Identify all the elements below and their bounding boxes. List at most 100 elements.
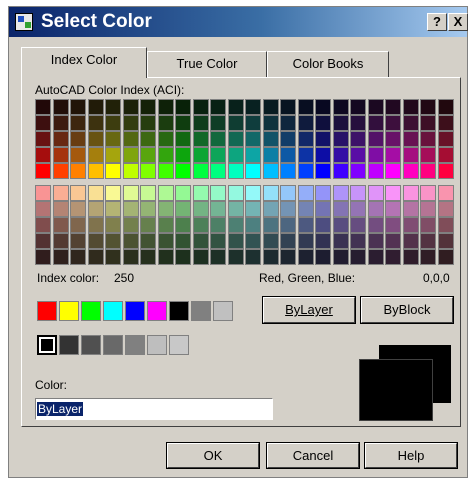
aci-swatch[interactable] xyxy=(175,185,191,201)
aci-swatch[interactable] xyxy=(122,131,139,147)
aci-swatch[interactable] xyxy=(175,99,191,115)
aci-swatch[interactable] xyxy=(140,201,156,217)
aci-swatch[interactable] xyxy=(192,185,209,201)
aci-swatch[interactable] xyxy=(227,249,244,265)
aci-swatch[interactable] xyxy=(402,131,419,147)
aci-swatch[interactable] xyxy=(35,201,51,217)
aci-swatch[interactable] xyxy=(402,99,419,115)
gray-color-swatch[interactable] xyxy=(125,335,145,355)
aci-swatch[interactable] xyxy=(385,217,401,233)
aci-swatch[interactable] xyxy=(210,249,226,265)
aci-swatch[interactable] xyxy=(210,115,226,131)
color-field[interactable]: ByLayer xyxy=(35,398,273,420)
aci-swatch[interactable] xyxy=(122,233,139,249)
help-button[interactable]: Help xyxy=(364,442,458,469)
aci-swatch[interactable] xyxy=(385,115,401,131)
aci-swatch[interactable] xyxy=(52,115,69,131)
aci-swatch[interactable] xyxy=(332,217,349,233)
aci-swatch[interactable] xyxy=(245,217,261,233)
aci-swatch[interactable] xyxy=(140,115,156,131)
aci-swatch[interactable] xyxy=(315,131,331,147)
aci-swatch[interactable] xyxy=(402,115,419,131)
aci-swatch[interactable] xyxy=(210,185,226,201)
aci-swatch[interactable] xyxy=(157,131,174,147)
aci-swatch[interactable] xyxy=(367,249,384,265)
aci-swatch[interactable] xyxy=(420,131,436,147)
aci-swatch[interactable] xyxy=(87,217,104,233)
standard-color-swatch[interactable] xyxy=(125,301,145,321)
standard-color-swatch[interactable] xyxy=(169,301,189,321)
aci-swatch[interactable] xyxy=(87,233,104,249)
aci-swatch[interactable] xyxy=(402,147,419,163)
aci-swatch[interactable] xyxy=(297,217,314,233)
aci-swatch[interactable] xyxy=(70,115,86,131)
aci-swatch[interactable] xyxy=(192,163,209,179)
aci-swatch[interactable] xyxy=(420,201,436,217)
aci-swatch[interactable] xyxy=(280,131,296,147)
aci-swatch[interactable] xyxy=(140,249,156,265)
gray-color-swatch[interactable] xyxy=(103,335,123,355)
aci-swatch[interactable] xyxy=(87,131,104,147)
aci-swatch[interactable] xyxy=(87,249,104,265)
standard-color-swatch[interactable] xyxy=(191,301,211,321)
aci-swatch[interactable] xyxy=(105,115,121,131)
aci-swatch[interactable] xyxy=(402,201,419,217)
aci-swatch[interactable] xyxy=(122,147,139,163)
aci-swatch[interactable] xyxy=(227,201,244,217)
aci-swatch[interactable] xyxy=(280,147,296,163)
aci-swatch[interactable] xyxy=(175,147,191,163)
aci-swatch[interactable] xyxy=(385,185,401,201)
aci-swatch[interactable] xyxy=(332,147,349,163)
aci-swatch[interactable] xyxy=(350,185,366,201)
aci-swatch[interactable] xyxy=(367,99,384,115)
aci-swatch[interactable] xyxy=(35,115,51,131)
standard-color-swatch[interactable] xyxy=(59,301,79,321)
aci-swatch[interactable] xyxy=(52,233,69,249)
aci-swatch[interactable] xyxy=(385,147,401,163)
aci-swatch[interactable] xyxy=(70,217,86,233)
aci-swatch[interactable] xyxy=(70,185,86,201)
standard-color-swatch[interactable] xyxy=(37,301,57,321)
aci-swatch[interactable] xyxy=(175,233,191,249)
aci-swatch[interactable] xyxy=(315,115,331,131)
aci-swatch[interactable] xyxy=(192,201,209,217)
aci-swatch[interactable] xyxy=(315,163,331,179)
aci-swatch[interactable] xyxy=(420,233,436,249)
aci-swatch[interactable] xyxy=(35,233,51,249)
aci-swatch[interactable] xyxy=(87,163,104,179)
aci-swatch[interactable] xyxy=(140,217,156,233)
aci-swatch[interactable] xyxy=(385,201,401,217)
gray-color-swatch[interactable] xyxy=(81,335,101,355)
aci-swatch[interactable] xyxy=(262,115,279,131)
aci-swatch[interactable] xyxy=(332,185,349,201)
aci-swatch[interactable] xyxy=(140,147,156,163)
aci-swatch[interactable] xyxy=(35,217,51,233)
aci-swatch[interactable] xyxy=(105,185,121,201)
aci-swatch[interactable] xyxy=(297,163,314,179)
aci-swatch[interactable] xyxy=(437,115,454,131)
gray-color-swatch[interactable] xyxy=(147,335,167,355)
aci-swatch[interactable] xyxy=(70,201,86,217)
aci-swatch[interactable] xyxy=(122,99,139,115)
aci-swatch[interactable] xyxy=(367,163,384,179)
aci-swatch[interactable] xyxy=(245,163,261,179)
aci-swatch[interactable] xyxy=(52,163,69,179)
aci-swatch[interactable] xyxy=(315,201,331,217)
aci-swatch[interactable] xyxy=(350,131,366,147)
aci-swatch[interactable] xyxy=(262,185,279,201)
aci-swatch[interactable] xyxy=(105,163,121,179)
standard-color-swatch[interactable] xyxy=(147,301,167,321)
aci-swatch[interactable] xyxy=(332,163,349,179)
aci-swatch[interactable] xyxy=(245,201,261,217)
aci-swatch[interactable] xyxy=(315,249,331,265)
aci-swatch[interactable] xyxy=(105,233,121,249)
aci-swatch[interactable] xyxy=(350,163,366,179)
aci-swatch[interactable] xyxy=(385,249,401,265)
aci-swatch[interactable] xyxy=(385,131,401,147)
aci-swatch[interactable] xyxy=(52,131,69,147)
aci-swatch[interactable] xyxy=(192,249,209,265)
aci-swatch[interactable] xyxy=(367,217,384,233)
aci-swatch[interactable] xyxy=(105,217,121,233)
aci-swatch[interactable] xyxy=(157,99,174,115)
aci-swatch[interactable] xyxy=(122,163,139,179)
